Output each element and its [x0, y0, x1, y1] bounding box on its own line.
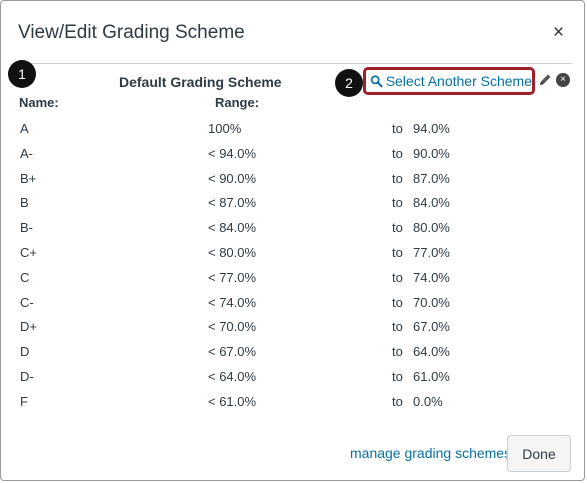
grade-row: F < 61.0% to 0.0% [1, 394, 587, 419]
range-separator: to [392, 269, 403, 285]
manage-grading-schemes-link[interactable]: manage grading schemes [350, 445, 511, 461]
callout-badge-1: 1 [8, 60, 36, 88]
grade-name: C [20, 269, 30, 285]
grade-upper-bound: 100% [208, 121, 242, 136]
done-button[interactable]: Done [507, 435, 571, 472]
close-icon[interactable]: × [553, 23, 564, 42]
grade-upper-bound: < 70.0% [208, 319, 257, 335]
range-separator: to [392, 344, 403, 360]
grade-row: C- < 74.0% to 70.0% [1, 295, 587, 320]
grade-lower-bound: 90.0% [413, 145, 450, 161]
grade-lower-bound: 94.0% [413, 121, 450, 136]
grade-name: C- [20, 294, 34, 310]
grade-upper-bound: < 74.0% [208, 294, 257, 310]
grade-lower-bound: 70.0% [413, 294, 450, 310]
grade-lower-bound: 77.0% [413, 244, 450, 260]
search-icon [370, 75, 383, 88]
grade-row: D- < 64.0% to 61.0% [1, 369, 587, 394]
range-separator: to [392, 319, 403, 335]
grade-name: A- [20, 145, 33, 161]
grade-name: D [20, 344, 30, 360]
select-another-scheme-link[interactable]: Select Another Scheme [386, 73, 532, 89]
range-separator: to [392, 195, 403, 211]
grade-upper-bound: < 61.0% [208, 393, 257, 409]
range-separator: to [392, 220, 403, 236]
range-separator: to [392, 368, 403, 384]
grade-row: B < 87.0% to 84.0% [1, 195, 587, 220]
grade-upper-bound: < 64.0% [208, 368, 257, 384]
grade-row: D < 67.0% to 64.0% [1, 344, 587, 369]
scheme-title: Default Grading Scheme [119, 74, 282, 90]
range-separator: to [392, 294, 403, 310]
range-separator: to [392, 121, 403, 136]
grade-upper-bound: < 87.0% [208, 195, 257, 211]
grade-lower-bound: 67.0% [413, 319, 450, 335]
grade-lower-bound: 80.0% [413, 220, 450, 236]
grade-row: A- < 94.0% to 90.0% [1, 146, 587, 171]
grade-name: C+ [20, 244, 37, 260]
pencil-icon[interactable] [538, 73, 552, 87]
range-column-header: Range: [215, 95, 260, 110]
grade-name: D- [20, 368, 34, 384]
grade-name: B [20, 195, 29, 211]
grade-lower-bound: 0.0% [413, 393, 443, 409]
grade-name: A [20, 121, 29, 136]
grade-name: D+ [20, 319, 37, 335]
grading-scheme-dialog: View/Edit Grading Scheme × 1 Default Gra… [0, 0, 585, 481]
grade-name: B+ [20, 170, 37, 186]
grade-row: A 100% to 94.0% [1, 121, 587, 146]
grade-lower-bound: 64.0% [413, 344, 450, 360]
grade-name: F [20, 393, 28, 409]
range-separator: to [392, 393, 403, 409]
grade-upper-bound: < 94.0% [208, 145, 257, 161]
grade-upper-bound: < 77.0% [208, 269, 257, 285]
grade-lower-bound: 61.0% [413, 368, 450, 384]
range-separator: to [392, 244, 403, 260]
remove-icon[interactable]: × [556, 73, 570, 87]
grade-upper-bound: < 90.0% [208, 170, 257, 186]
grade-upper-bound: < 67.0% [208, 344, 257, 360]
range-separator: to [392, 145, 403, 161]
grade-lower-bound: 74.0% [413, 269, 450, 285]
range-separator: to [392, 170, 403, 186]
grade-row: B- < 84.0% to 80.0% [1, 220, 587, 245]
grade-lower-bound: 87.0% [413, 170, 450, 186]
name-column-header: Name: [19, 95, 59, 110]
grade-row: D+ < 70.0% to 67.0% [1, 319, 587, 344]
grade-lower-bound: 84.0% [413, 195, 450, 211]
grade-row: C < 77.0% to 74.0% [1, 270, 587, 295]
callout-badge-2: 2 [335, 69, 363, 97]
dialog-title: View/Edit Grading Scheme [18, 22, 245, 43]
grade-row: B+ < 90.0% to 87.0% [1, 171, 587, 196]
grade-upper-bound: < 84.0% [208, 220, 257, 236]
grade-range-table: A 100% to 94.0% A- < 94.0% to 90.0% B+ <… [1, 121, 587, 419]
header-divider [14, 63, 572, 64]
grade-row: C+ < 80.0% to 77.0% [1, 245, 587, 270]
select-another-scheme-button[interactable]: Select Another Scheme [363, 67, 535, 95]
grade-name: B- [20, 220, 33, 236]
grade-upper-bound: < 80.0% [208, 244, 257, 260]
